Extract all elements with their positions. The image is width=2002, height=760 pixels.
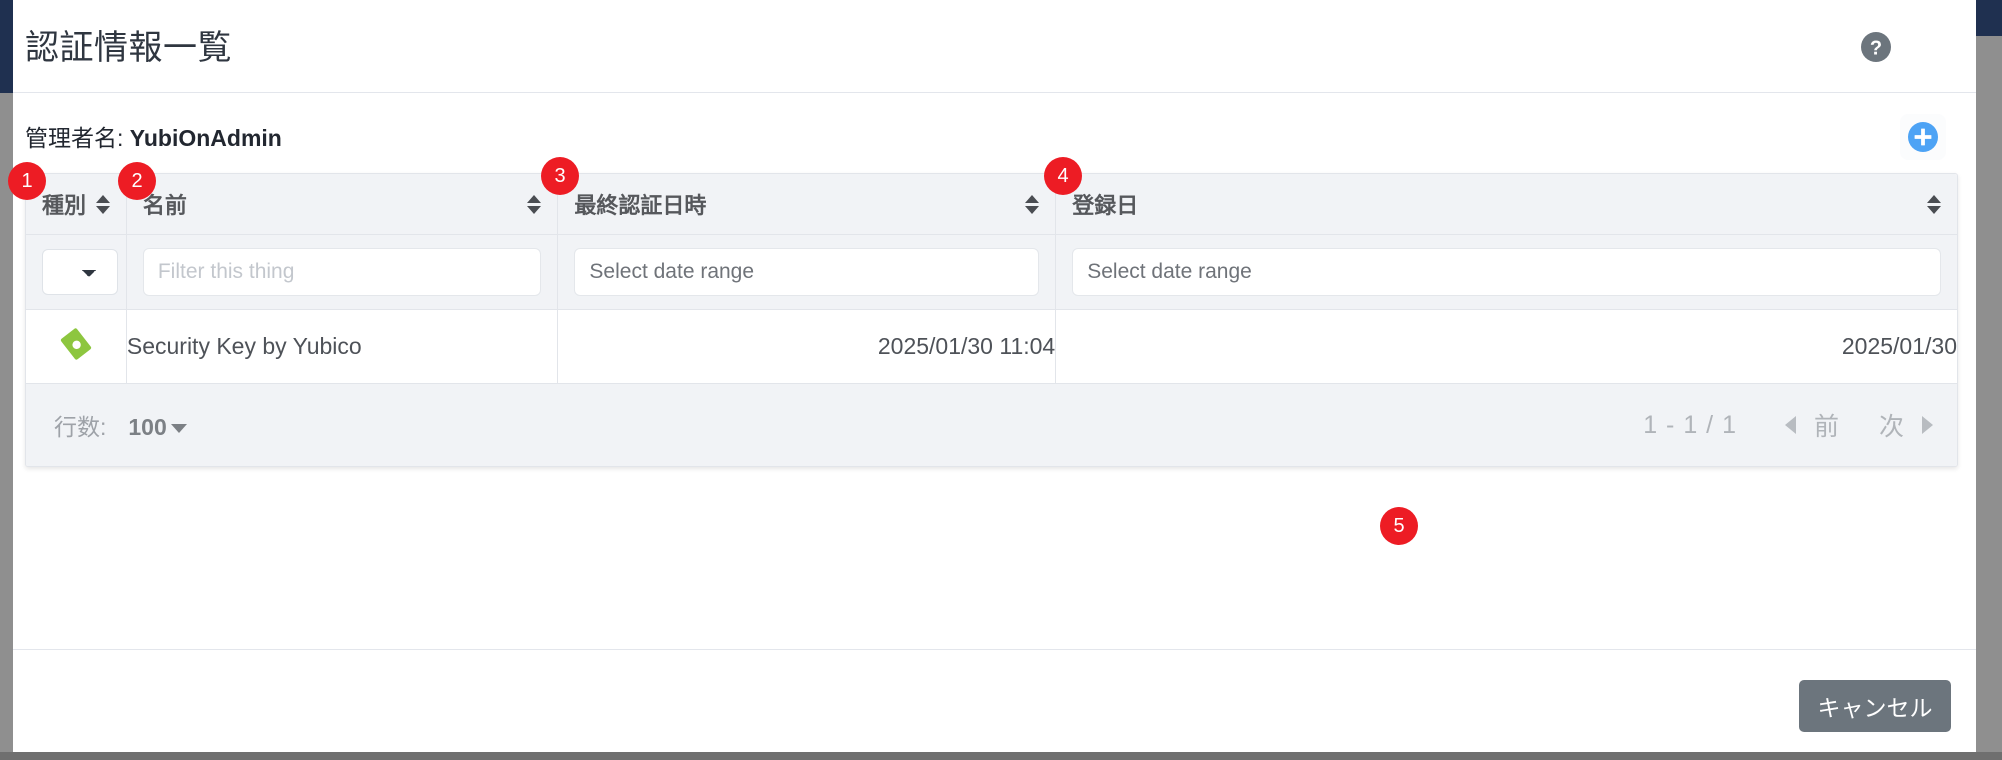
- credentials-table: 種別 名前 最終認証日時 登録日 Filter this thing Selec…: [26, 174, 1957, 384]
- rows-per-page-control[interactable]: 行数: 100: [54, 408, 187, 442]
- background-left-gray-strip: [0, 93, 13, 760]
- credentials-table-card: 種別 名前 最終認証日時 登録日 Filter this thing Selec…: [25, 173, 1958, 467]
- pager-controls: 1 - 1 / 1 前 次: [1643, 407, 1933, 443]
- cell-registered: 2025/01/30: [1055, 309, 1957, 384]
- annotation-badge-2: 2: [118, 162, 156, 200]
- prev-page-button[interactable]: 前: [1784, 407, 1839, 443]
- rows-per-page-label: 行数:: [54, 414, 107, 440]
- modal-footer: キャンセル: [13, 649, 1976, 752]
- table-filter-row: [26, 234, 1957, 310]
- page-title: 認証情報一覧: [25, 29, 232, 67]
- table-header-row: 種別 名前 最終認証日時 登録日: [26, 174, 1957, 235]
- cancel-button[interactable]: キャンセル: [1799, 680, 1951, 732]
- cell-last-auth: 2025/01/30 11:04: [557, 309, 1057, 384]
- annotation-badge-4: 4: [1044, 157, 1082, 195]
- last-auth-date-range-input[interactable]: [574, 248, 1040, 296]
- sort-updown-icon[interactable]: [96, 194, 111, 214]
- modal-header: 認証情報一覧 ?: [13, 0, 1976, 93]
- sort-updown-icon[interactable]: [527, 194, 542, 214]
- table-body: Security Key by Yubico 2025/01/30 11:04 …: [26, 309, 1957, 384]
- annotation-badge-5: 5: [1380, 507, 1418, 545]
- filter-cell-name: [126, 234, 559, 310]
- caret-down-icon[interactable]: [170, 424, 187, 433]
- background-sidebar-navy-strip: [0, 0, 13, 93]
- filter-cell-last-auth: [557, 234, 1057, 310]
- triangle-left-icon: [1784, 416, 1796, 434]
- sort-updown-icon[interactable]: [1025, 194, 1040, 214]
- pagination-bar: 行数: 100 1 - 1 / 1 前 次: [26, 384, 1957, 466]
- admin-name-label: 管理者名:: [25, 125, 124, 151]
- security-key-tag-icon: [60, 328, 91, 360]
- admin-name-value: YubiOnAdmin: [129, 125, 282, 151]
- background-right-navy-strip: [1976, 0, 2002, 36]
- column-header-last-auth[interactable]: 最終認証日時: [557, 174, 1057, 235]
- credentials-list-modal: 認証情報一覧 ? 管理者名: YubiOnAdmin 種別 名前 最終認証日時 …: [13, 0, 1976, 752]
- column-header-registered[interactable]: 登録日: [1055, 174, 1957, 235]
- plus-circle-icon: [1908, 122, 1938, 152]
- column-header-registered-label: 登録日: [1072, 193, 1139, 218]
- next-page-button[interactable]: 次: [1879, 407, 1933, 443]
- background-right-scrollbar[interactable]: [1976, 36, 2002, 760]
- table-row[interactable]: Security Key by Yubico 2025/01/30 11:04 …: [26, 309, 1957, 384]
- filter-cell-type: [26, 234, 127, 310]
- registered-date-range-input[interactable]: [1072, 248, 1941, 296]
- cell-name: Security Key by Yubico: [126, 309, 559, 384]
- page-range-label: 1 - 1 / 1: [1643, 410, 1737, 439]
- sort-updown-icon[interactable]: [1927, 194, 1941, 214]
- cell-type: [26, 309, 127, 384]
- svg-text:?: ?: [1870, 38, 1882, 60]
- rows-per-page-value[interactable]: 100: [128, 414, 187, 441]
- next-page-label: 次: [1878, 413, 1904, 441]
- filter-cell-registered: [1055, 234, 1957, 310]
- annotation-badge-3: 3: [541, 157, 579, 195]
- rows-per-page-number: 100: [128, 414, 167, 440]
- column-header-last-auth-label: 最終認証日時: [574, 193, 707, 218]
- background-bottom-strip: [0, 752, 2002, 760]
- modal-body: 管理者名: YubiOnAdmin 種別 名前 最終認証日時 登録日 Filte…: [13, 93, 1976, 649]
- column-header-type-label: 種別: [42, 193, 87, 218]
- prev-page-label: 前: [1813, 413, 1839, 441]
- triangle-right-icon: [1922, 416, 1933, 434]
- name-filter-input[interactable]: [142, 248, 542, 296]
- admin-name-row: 管理者名: YubiOnAdmin: [25, 119, 282, 153]
- column-header-name[interactable]: 名前: [126, 174, 559, 235]
- add-credential-button[interactable]: [1900, 114, 1946, 160]
- annotation-badge-1: 1: [8, 162, 46, 200]
- help-circle-icon[interactable]: ?: [1858, 29, 1894, 65]
- type-filter-select[interactable]: [42, 249, 118, 295]
